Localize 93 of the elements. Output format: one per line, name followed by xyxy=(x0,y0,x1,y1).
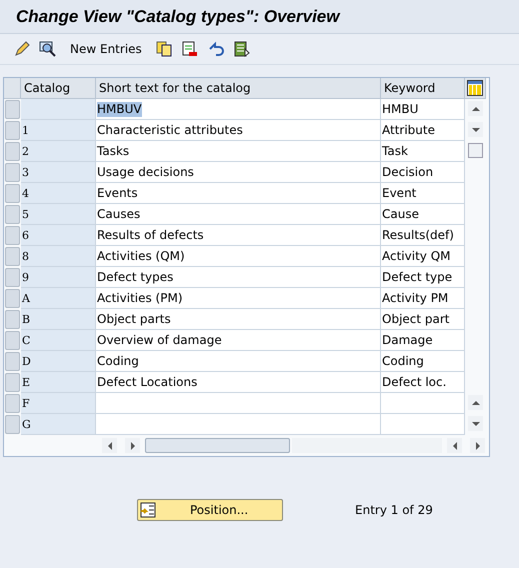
table-cell: G xyxy=(21,414,96,435)
up-arrow-icon[interactable] xyxy=(472,398,480,406)
scroll-thumb[interactable] xyxy=(145,438,290,453)
cell-text: Defect types xyxy=(97,270,174,284)
delete-icon[interactable] xyxy=(180,39,200,59)
table-cell[interactable] xyxy=(96,393,381,414)
table-cell: C xyxy=(21,330,96,351)
cell-text: Events xyxy=(97,186,138,200)
scroll-down-button[interactable] xyxy=(468,416,483,431)
table-cell[interactable]: Results of defects xyxy=(96,225,381,246)
table-cell[interactable]: Usage decisions xyxy=(96,162,381,183)
table-cell[interactable]: Results(def) xyxy=(381,225,465,246)
cell-text: Coding xyxy=(97,354,139,368)
table-cell: E xyxy=(21,372,96,393)
scroll-down-button[interactable] xyxy=(468,122,483,137)
table-cell[interactable]: Events xyxy=(96,183,381,204)
table-cell[interactable] xyxy=(381,414,465,435)
table-cell[interactable]: Cause xyxy=(381,204,465,225)
cell-text: Usage decisions xyxy=(97,164,194,180)
table-cell[interactable]: Causes xyxy=(96,204,381,225)
table-cell[interactable]: Activities (QM) xyxy=(96,246,381,267)
scroll-left-button[interactable] xyxy=(102,438,117,453)
down-arrow-icon[interactable] xyxy=(472,126,480,134)
scroll-thumb[interactable] xyxy=(468,143,483,158)
table-cell: 1 xyxy=(21,120,96,141)
left-arrow-icon[interactable] xyxy=(450,442,458,450)
table-cell[interactable]: HMBU xyxy=(381,99,465,120)
scroll-right-button[interactable] xyxy=(470,438,485,453)
cell-text: Characteristic attributes xyxy=(97,122,243,138)
cell-text: Causes xyxy=(97,206,140,222)
up-arrow-icon[interactable] xyxy=(472,104,480,112)
cell-text: Results of defects xyxy=(97,228,204,242)
right-arrow-icon[interactable] xyxy=(474,442,482,450)
table-cell[interactable]: Characteristic attributes xyxy=(96,120,381,141)
cell-text: Activities (PM) xyxy=(97,290,183,306)
down-arrow-icon[interactable] xyxy=(472,420,480,428)
table-cell[interactable] xyxy=(96,414,381,435)
table-cell: A xyxy=(21,288,96,309)
select-all-icon[interactable] xyxy=(232,39,252,59)
table-cell: B xyxy=(21,309,96,330)
table-cell[interactable]: Activities (PM) xyxy=(96,288,381,309)
table-cell[interactable]: Coding xyxy=(96,351,381,372)
column-settings-icon[interactable] xyxy=(467,80,483,96)
position-icon xyxy=(140,502,156,518)
left-arrow-icon[interactable] xyxy=(106,442,114,450)
table-cell[interactable]: Object part xyxy=(381,309,465,330)
cell-text: Object parts xyxy=(97,312,171,326)
table-cell: 8 xyxy=(21,246,96,267)
column-header[interactable]: Short text for the catalog xyxy=(96,78,381,99)
right-arrow-icon[interactable] xyxy=(128,442,136,450)
pencil-icon[interactable] xyxy=(12,39,32,59)
column-header[interactable]: Keyword xyxy=(381,78,465,99)
cell-text: Overview of damage xyxy=(97,332,222,348)
table-cell: 5 xyxy=(21,204,96,225)
table-cell[interactable]: Decision xyxy=(381,162,465,183)
table-cell: 9 xyxy=(21,267,96,288)
table-cell[interactable]: Task xyxy=(381,141,465,162)
table-cell[interactable]: HMBUV xyxy=(96,99,381,120)
table-cell[interactable]: Defect types xyxy=(96,267,381,288)
copy-icon[interactable] xyxy=(154,39,174,59)
table-cell: 6 xyxy=(21,225,96,246)
cell-text: Defect Locations xyxy=(97,374,198,390)
entry-counter: Entry 1 of 29 xyxy=(355,503,433,517)
table-cell: F xyxy=(21,393,96,414)
table-cell[interactable]: Defect loc. xyxy=(381,372,465,393)
table-cell[interactable]: Attribute xyxy=(381,120,465,141)
table-cell[interactable] xyxy=(381,393,465,414)
new-entries-button[interactable]: New Entries xyxy=(64,38,148,60)
column-header[interactable]: Catalog xyxy=(21,78,96,99)
table-cell[interactable]: Coding xyxy=(381,351,465,372)
table-cell: 2 xyxy=(21,141,96,162)
table-cell: D xyxy=(21,351,96,372)
scroll-up-button[interactable] xyxy=(468,395,483,410)
table-cell[interactable]: Activity QM xyxy=(381,246,465,267)
scroll-left-button[interactable] xyxy=(447,438,462,453)
table-cell[interactable]: Damage xyxy=(381,330,465,351)
table-cell: 4 xyxy=(21,183,96,204)
table-cell[interactable]: Event xyxy=(381,183,465,204)
table-cell[interactable]: Defect type xyxy=(381,267,465,288)
cell-text: Activities (QM) xyxy=(97,248,185,264)
table-cell: 3 xyxy=(21,162,96,183)
cell-text: Tasks xyxy=(97,144,130,158)
table-cell[interactable]: Overview of damage xyxy=(96,330,381,351)
window-title: Change View "Catalog types": Overview xyxy=(16,6,340,26)
cell-text: HMBUV xyxy=(97,102,142,116)
table-cell[interactable]: Defect Locations xyxy=(96,372,381,393)
scroll-right-button[interactable] xyxy=(125,438,140,453)
table-cell[interactable]: Object parts xyxy=(96,309,381,330)
table-cell[interactable]: Tasks xyxy=(96,141,381,162)
table-cell[interactable]: Activity PM xyxy=(381,288,465,309)
position-button[interactable]: Position... xyxy=(137,499,283,521)
scroll-up-button[interactable] xyxy=(468,101,483,116)
magnifier-icon[interactable] xyxy=(38,39,58,59)
